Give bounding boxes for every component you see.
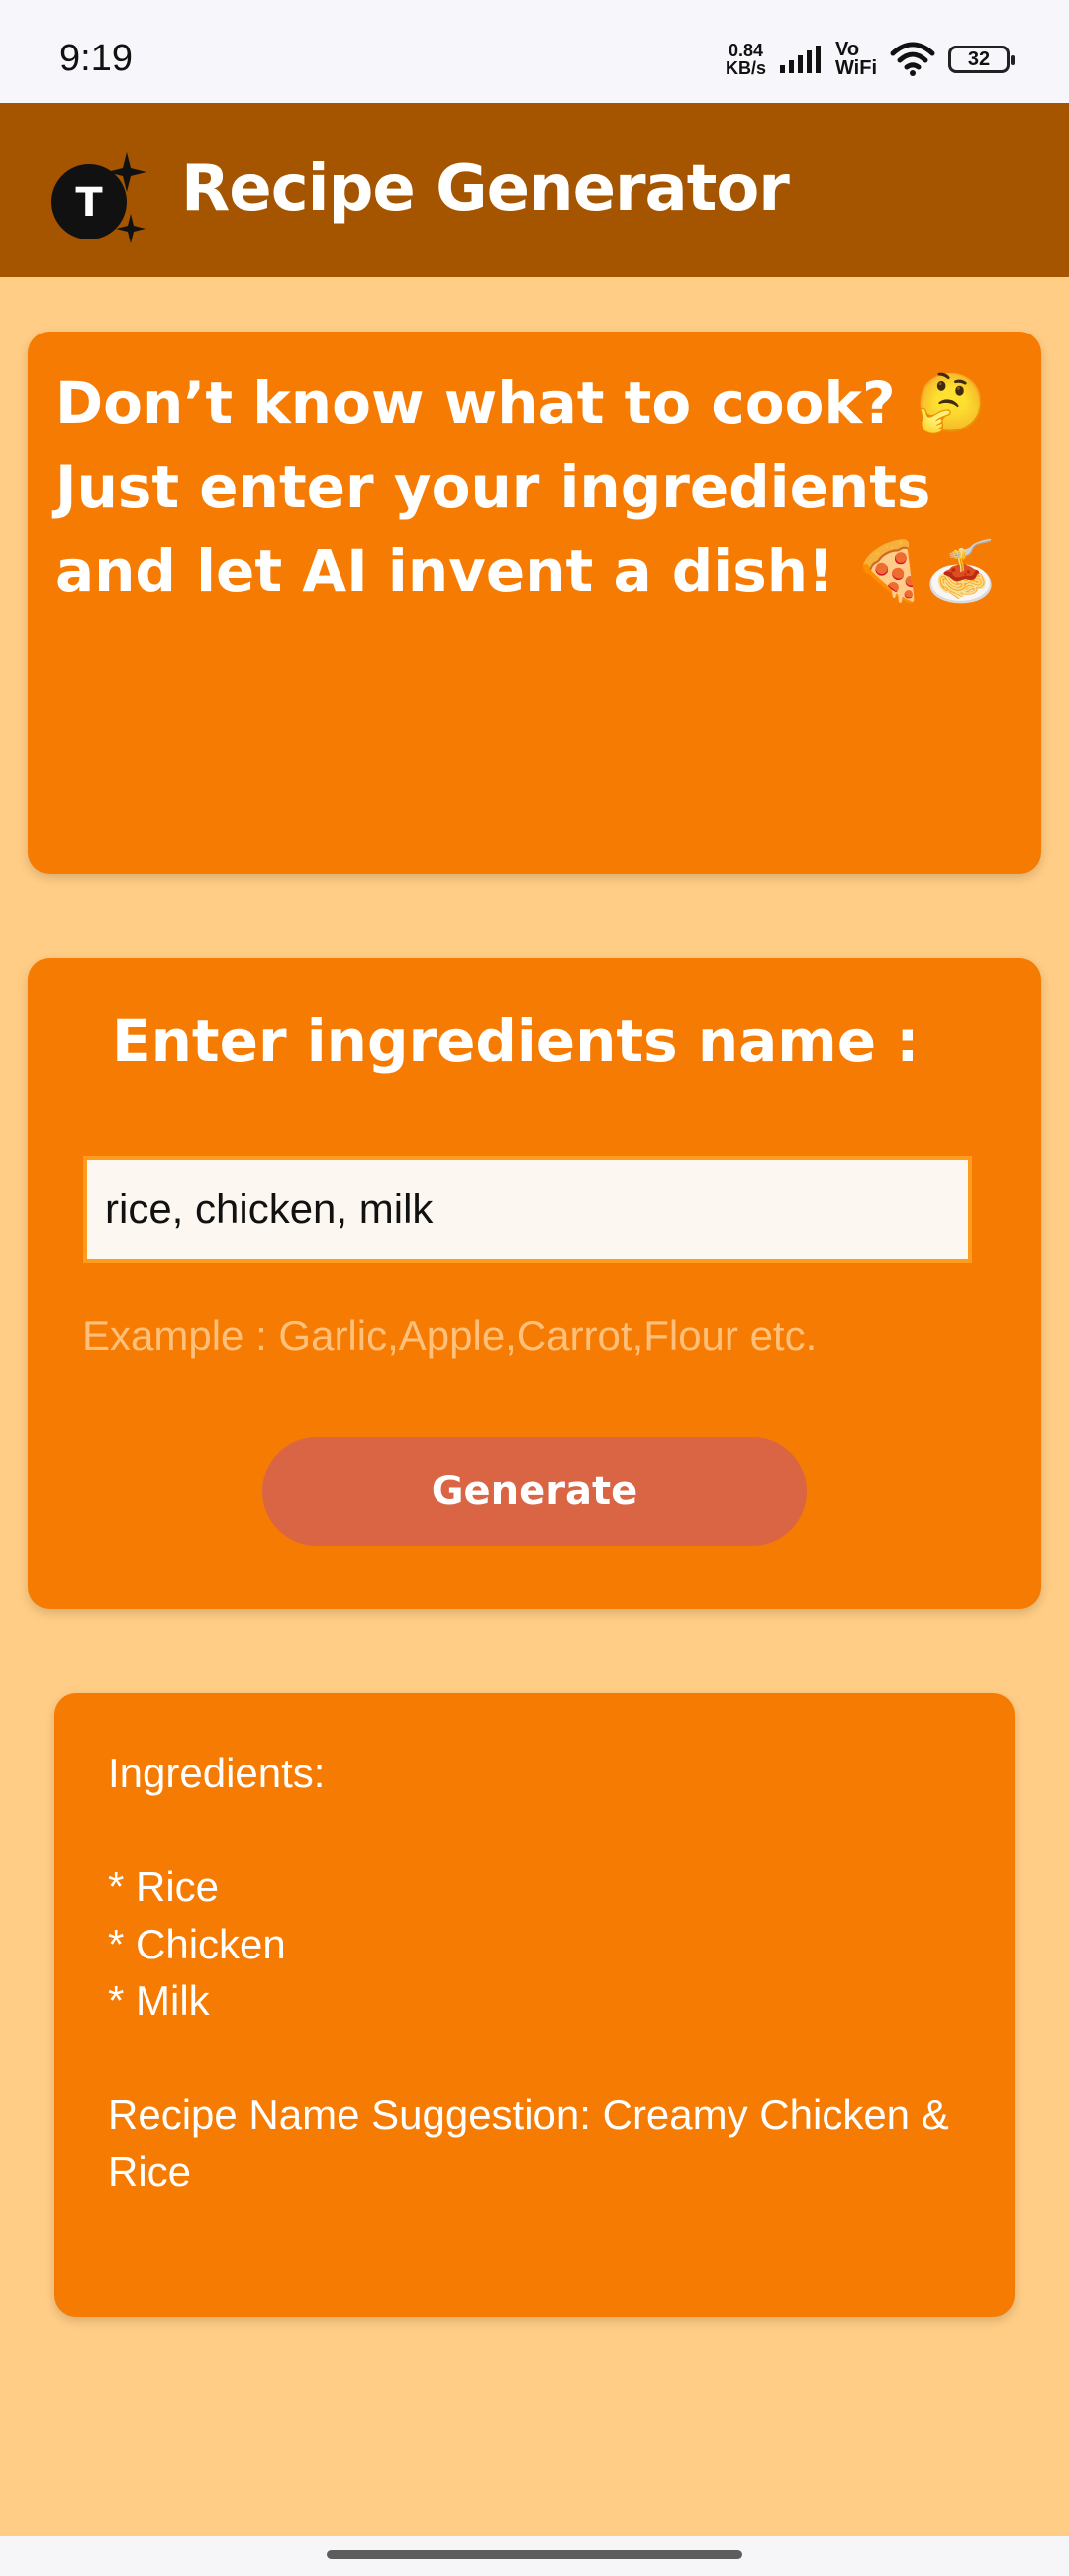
wifi-icon bbox=[890, 42, 935, 76]
network-speed-value: 0.84 bbox=[728, 41, 763, 60]
hero-card: Don’t know what to cook? 🤔 Just enter yo… bbox=[28, 332, 1041, 874]
network-speed-unit: KB/s bbox=[725, 58, 766, 78]
recipe-result-card: Ingredients: * Rice * Chicken * Milk Rec… bbox=[54, 1693, 1015, 2317]
ingredients-example: Example : Garlic,Apple,Carrot,Flour etc. bbox=[82, 1312, 818, 1359]
ingredients-input[interactable] bbox=[83, 1156, 972, 1263]
status-bar: 9:19 0.84 KB/s Vo WiFi 32 bbox=[0, 0, 1069, 103]
status-time: 9:19 bbox=[59, 38, 133, 79]
network-speed: 0.84 KB/s bbox=[726, 42, 766, 77]
hero-message: Don’t know what to cook? 🤔 Just enter yo… bbox=[55, 369, 998, 605]
gesture-handle[interactable] bbox=[327, 2550, 742, 2559]
app-title: Recipe Generator bbox=[181, 152, 790, 226]
navigation-area bbox=[0, 2536, 1069, 2576]
app-logo-icon: T bbox=[51, 152, 146, 243]
form-title: Enter ingredients name : bbox=[112, 1007, 920, 1075]
vowifi-indicator: Vo WiFi bbox=[834, 40, 877, 79]
recipe-result-text: Ingredients: * Rice * Chicken * Milk Rec… bbox=[108, 1750, 949, 2195]
battery-icon: 32 bbox=[948, 46, 1015, 73]
signal-icon bbox=[779, 46, 821, 73]
generate-button[interactable]: Generate bbox=[262, 1437, 807, 1546]
app-bar: T Recipe Generator bbox=[0, 103, 1069, 277]
wifi-label: WiFi bbox=[834, 57, 877, 79]
ingredients-form-card: Enter ingredients name : Example : Garli… bbox=[28, 958, 1041, 1609]
status-icons: 0.84 KB/s Vo WiFi 32 bbox=[726, 40, 1015, 79]
logo-letter: T bbox=[75, 180, 103, 226]
